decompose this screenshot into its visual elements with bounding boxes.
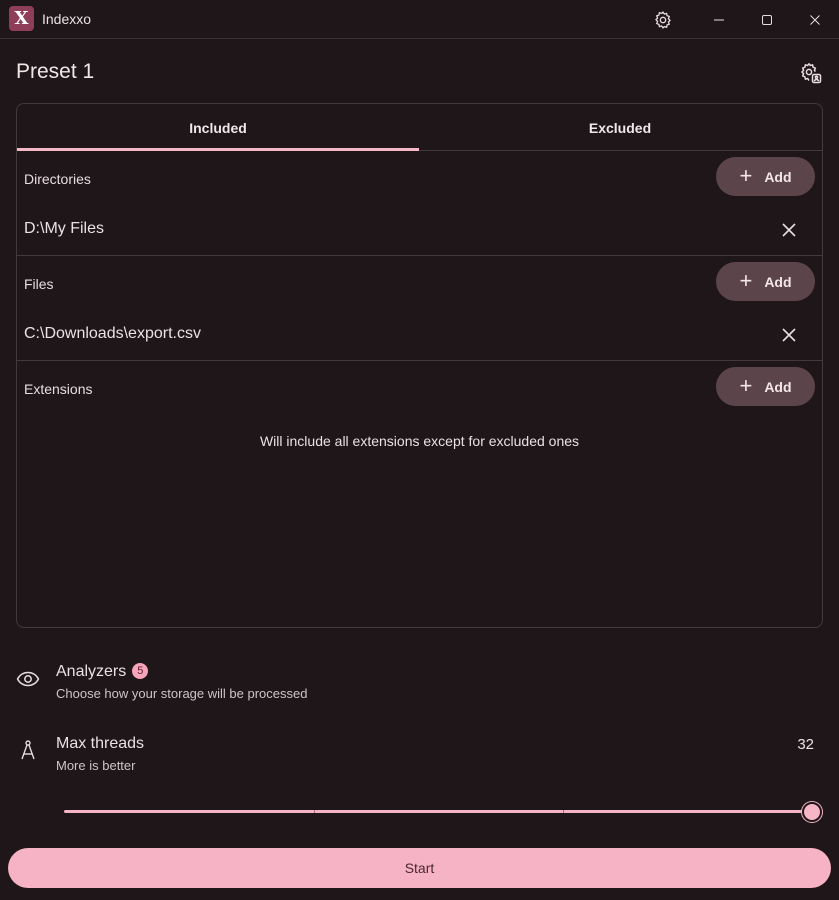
filter-panel: Included Excluded Directories + Add D:\M…	[16, 103, 823, 628]
add-extension-label: Add	[764, 378, 792, 395]
add-file-button[interactable]: + Add	[716, 262, 815, 301]
tab-selected-indicator	[17, 148, 419, 151]
max-threads-row: Max threads More is better 32	[16, 732, 822, 777]
remove-directory-button[interactable]	[775, 216, 803, 244]
plus-icon: +	[739, 267, 753, 293]
divider	[17, 360, 822, 361]
close-icon	[782, 223, 796, 237]
close-icon	[782, 328, 796, 342]
directory-item: D:\My Files	[17, 210, 822, 250]
file-item: C:\Downloads\export.csv	[17, 315, 822, 355]
app-logo: X	[9, 6, 34, 31]
max-threads-title: Max threads	[56, 735, 145, 752]
slider-tick	[314, 810, 315, 813]
slider-thumb[interactable]	[802, 802, 822, 822]
directory-path: D:\My Files	[24, 220, 104, 237]
directories-label: Directories	[24, 171, 91, 187]
minimize-icon[interactable]	[696, 0, 742, 39]
start-button[interactable]: Start	[8, 848, 831, 888]
divider	[17, 255, 822, 256]
analyzers-description: Choose how your storage will be processe…	[56, 686, 308, 701]
tab-excluded[interactable]: Excluded	[419, 104, 821, 151]
gear-icon[interactable]	[640, 0, 686, 39]
plus-icon: +	[739, 372, 753, 398]
eye-icon	[16, 667, 40, 691]
tab-bar: Included Excluded	[17, 104, 822, 151]
add-extension-button[interactable]: + Add	[716, 367, 815, 406]
preset-title: Preset 1	[16, 60, 95, 83]
analyzers-title-line: Analyzers 5	[56, 663, 149, 681]
analyzers-title: Analyzers	[56, 663, 127, 680]
max-threads-slider[interactable]	[64, 802, 822, 822]
slider-track	[64, 810, 813, 813]
add-directory-button[interactable]: + Add	[716, 157, 815, 196]
title-bar: X Indexxo	[0, 0, 839, 39]
extensions-note: Will include all extensions except for e…	[259, 433, 580, 449]
add-directory-label: Add	[764, 168, 792, 185]
add-file-label: Add	[764, 273, 792, 290]
analyzers-row[interactable]: Analyzers 5 Choose how your storage will …	[16, 660, 822, 705]
close-icon[interactable]	[792, 0, 838, 39]
slider-tick	[563, 810, 564, 813]
max-threads-value: 32	[797, 736, 814, 753]
preset-settings-icon[interactable]	[798, 60, 824, 86]
file-path: C:\Downloads\export.csv	[24, 325, 201, 342]
max-threads-description: More is better	[56, 758, 136, 773]
remove-file-button[interactable]	[775, 321, 803, 349]
tab-included[interactable]: Included	[17, 104, 419, 151]
files-label: Files	[24, 276, 54, 292]
extensions-label: Extensions	[24, 381, 93, 397]
app-title: Indexxo	[42, 11, 92, 27]
maximize-icon[interactable]	[744, 0, 790, 39]
plus-icon: +	[739, 162, 753, 188]
compass-icon	[16, 739, 40, 763]
analyzers-count-badge: 5	[132, 663, 149, 679]
